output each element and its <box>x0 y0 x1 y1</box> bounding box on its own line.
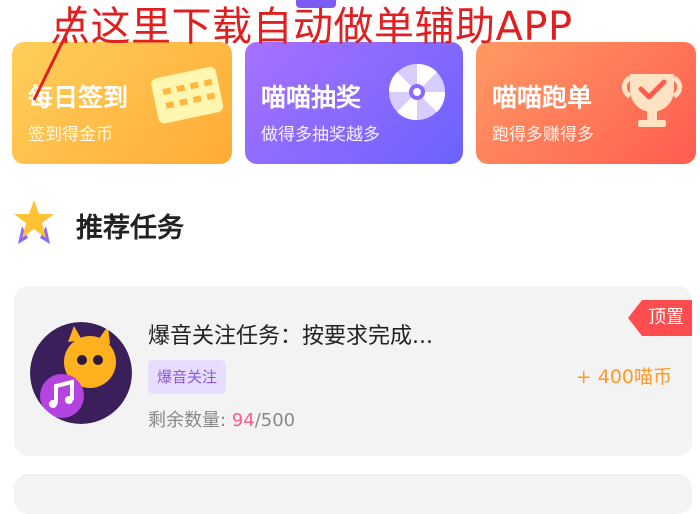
task-remaining: 剩余数量: 94/500 <box>148 410 296 431</box>
card-subtitle: 做得多抽奖越多 <box>261 125 380 145</box>
task-tag: 爆音关注 <box>148 360 227 394</box>
overlay-arrow-stroke <box>32 5 82 101</box>
pin-badge: 顶置 <box>628 300 692 336</box>
download-app-overlay[interactable]: 点这里下载自动做单辅助APP <box>50 0 573 52</box>
card-subtitle: 签到得金币 <box>28 125 113 145</box>
card-title: 喵喵跑单 <box>492 83 593 112</box>
task-title: 爆音关注任务：按要求完成... <box>148 324 433 349</box>
star-icon <box>14 200 54 244</box>
next-task-card[interactable] <box>14 474 692 514</box>
lottery-wheel-icon <box>388 63 446 121</box>
task-card[interactable]: 爆音关注任务：按要求完成... 爆音关注 剩余数量: 94/500 + 400喵… <box>14 286 692 456</box>
trophy-icon <box>621 74 683 127</box>
section-title: 推荐任务 <box>76 213 184 244</box>
task-avatar <box>30 322 132 424</box>
card-subtitle: 跑得多赚得多 <box>492 125 594 145</box>
run-order-card[interactable]: 喵喵跑单 跑得多赚得多 <box>476 42 696 164</box>
recommended-tasks-header: 推荐任务 <box>12 198 412 246</box>
task-reward: + 400喵币 <box>575 366 672 388</box>
card-title: 喵喵抽奖 <box>261 83 362 112</box>
calendar-icon <box>151 66 224 124</box>
lottery-card[interactable]: 喵喵抽奖 做得多抽奖越多 <box>245 42 463 164</box>
